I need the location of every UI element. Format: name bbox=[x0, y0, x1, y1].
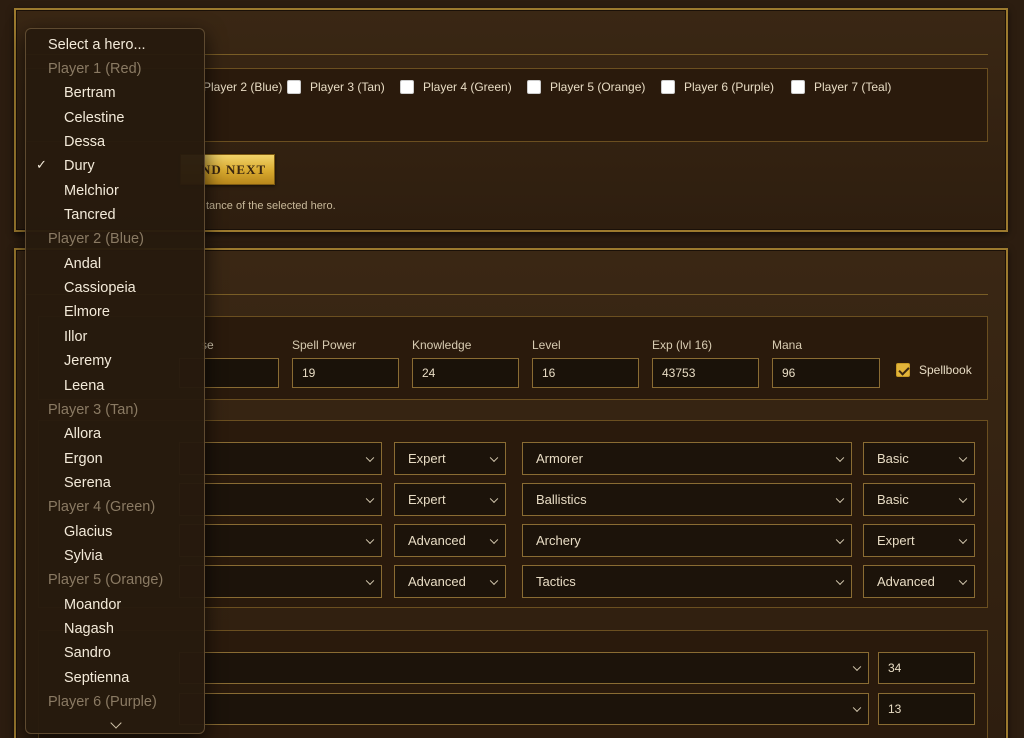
skill-select-right[interactable]: Armorer bbox=[522, 442, 852, 475]
chevron-down-icon bbox=[835, 535, 845, 544]
spellbook-checkbox[interactable] bbox=[896, 363, 910, 377]
chevron-down-icon bbox=[835, 576, 845, 585]
player-2-label: Player 2 (Blue) bbox=[203, 80, 283, 94]
group-header-player-1: Player 1 (Red) bbox=[48, 61, 142, 77]
skill-select-left[interactable] bbox=[179, 483, 382, 516]
hero-option[interactable]: Tancred bbox=[26, 203, 204, 227]
hero-option[interactable]: Glacius bbox=[26, 520, 204, 544]
dropdown-prompt[interactable]: Select a hero... bbox=[26, 33, 204, 57]
hero-option[interactable]: Moandor bbox=[26, 593, 204, 617]
hero-option[interactable]: Ergon bbox=[26, 447, 204, 471]
mana-field[interactable]: 96 bbox=[772, 358, 880, 388]
skill-select-left[interactable] bbox=[179, 565, 382, 598]
exp-field[interactable]: 43753 bbox=[652, 358, 759, 388]
chevron-down-icon bbox=[489, 453, 499, 462]
player-5-label: Player 5 (Orange) bbox=[550, 80, 646, 94]
skill-level-select-left[interactable]: Expert bbox=[394, 483, 506, 516]
hero-option[interactable]: Serena bbox=[26, 471, 204, 495]
skill-level-select-left[interactable]: Advanced bbox=[394, 565, 506, 598]
creature-select[interactable] bbox=[179, 652, 869, 684]
knowledge-label: Knowledge bbox=[412, 338, 472, 352]
hero-option[interactable]: Sylvia bbox=[26, 544, 204, 568]
player-4-checkbox[interactable] bbox=[400, 80, 414, 94]
skill-select-left[interactable] bbox=[179, 524, 382, 557]
level-field[interactable]: 16 bbox=[532, 358, 639, 388]
chevron-down-icon bbox=[958, 535, 968, 544]
spellbook-label: Spellbook bbox=[919, 363, 972, 377]
player-6-checkbox[interactable] bbox=[661, 80, 675, 94]
spell-power-field[interactable]: 19 bbox=[292, 358, 399, 388]
skill-select-left[interactable] bbox=[179, 442, 382, 475]
chevron-down-icon bbox=[852, 703, 862, 713]
hero-option[interactable]: Melchior bbox=[26, 179, 204, 203]
hero-select-dropdown[interactable]: Select a hero... Player 1 (Red) Bertram … bbox=[25, 28, 205, 734]
checkmark-icon: ✓ bbox=[36, 157, 47, 173]
hero-option[interactable]: Celestine bbox=[26, 106, 204, 130]
chevron-down-icon bbox=[958, 494, 968, 503]
player-3-checkbox[interactable] bbox=[287, 80, 301, 94]
skill-level-select-left[interactable]: Advanced bbox=[394, 524, 506, 557]
level-label: Level bbox=[532, 338, 561, 352]
skill-level-select-left[interactable]: Expert bbox=[394, 442, 506, 475]
skill-level-select-right[interactable]: Expert bbox=[863, 524, 975, 557]
group-header-player-2: Player 2 (Blue) bbox=[48, 231, 144, 247]
chevron-down-icon bbox=[365, 576, 375, 585]
skill-select-right[interactable]: Archery bbox=[522, 524, 852, 557]
creature-count-field[interactable]: 13 bbox=[878, 693, 975, 725]
hero-option[interactable]: Leena bbox=[26, 374, 204, 398]
mana-label: Mana bbox=[772, 338, 803, 352]
hero-option[interactable]: Allora bbox=[26, 422, 204, 446]
group-header-player-4: Player 4 (Green) bbox=[48, 499, 156, 515]
exp-label: Exp (lvl 16) bbox=[652, 338, 713, 352]
chevron-down-icon bbox=[835, 494, 845, 503]
hero-option[interactable]: Nagash bbox=[26, 617, 204, 641]
hero-option[interactable]: Jeremy bbox=[26, 349, 204, 373]
hero-option[interactable]: Septienna bbox=[26, 666, 204, 690]
hero-option[interactable]: Elmore bbox=[26, 300, 204, 324]
skill-level-select-right[interactable]: Basic bbox=[863, 483, 975, 516]
hint-text: tance of the selected hero. bbox=[206, 200, 336, 212]
skill-level-select-right[interactable]: Advanced bbox=[863, 565, 975, 598]
skill-select-right[interactable]: Ballistics bbox=[522, 483, 852, 516]
player-7-label: Player 7 (Teal) bbox=[814, 80, 892, 94]
hero-option[interactable]: Bertram bbox=[26, 81, 204, 105]
player-5-checkbox[interactable] bbox=[527, 80, 541, 94]
hero-option-selected[interactable]: ✓ Dury bbox=[26, 154, 204, 178]
player-6-label: Player 6 (Purple) bbox=[684, 80, 775, 94]
chevron-down-icon bbox=[489, 494, 499, 503]
chevron-down-icon bbox=[958, 576, 968, 585]
chevron-down-icon bbox=[489, 576, 499, 585]
creature-select[interactable] bbox=[179, 693, 869, 725]
hero-option[interactable]: Illor bbox=[26, 325, 204, 349]
knowledge-field[interactable]: 24 bbox=[412, 358, 519, 388]
chevron-down-icon bbox=[365, 494, 375, 503]
group-header-player-6: Player 6 (Purple) bbox=[48, 694, 157, 710]
chevron-down-icon bbox=[958, 453, 968, 462]
skill-level-select-right[interactable]: Basic bbox=[863, 442, 975, 475]
chevron-down-icon bbox=[852, 662, 862, 672]
player-4-label: Player 4 (Green) bbox=[423, 80, 512, 94]
scroll-down-chevron-icon[interactable] bbox=[110, 717, 122, 729]
chevron-down-icon bbox=[835, 453, 845, 462]
group-header-player-3: Player 3 (Tan) bbox=[48, 402, 139, 418]
player-7-checkbox[interactable] bbox=[791, 80, 805, 94]
hero-option-label: Dury bbox=[64, 158, 95, 174]
player-3-label: Player 3 (Tan) bbox=[310, 80, 385, 94]
hero-option[interactable]: Dessa bbox=[26, 130, 204, 154]
chevron-down-icon bbox=[365, 453, 375, 462]
hero-option[interactable]: Cassiopeia bbox=[26, 276, 204, 300]
spell-power-label: Spell Power bbox=[292, 338, 357, 352]
chevron-down-icon bbox=[365, 535, 375, 544]
hero-option[interactable]: Sandro bbox=[26, 641, 204, 665]
creature-count-field[interactable]: 34 bbox=[878, 652, 975, 684]
skill-select-right[interactable]: Tactics bbox=[522, 565, 852, 598]
chevron-down-icon bbox=[489, 535, 499, 544]
group-header-player-5: Player 5 (Orange) bbox=[48, 572, 164, 588]
hero-option[interactable]: Andal bbox=[26, 252, 204, 276]
